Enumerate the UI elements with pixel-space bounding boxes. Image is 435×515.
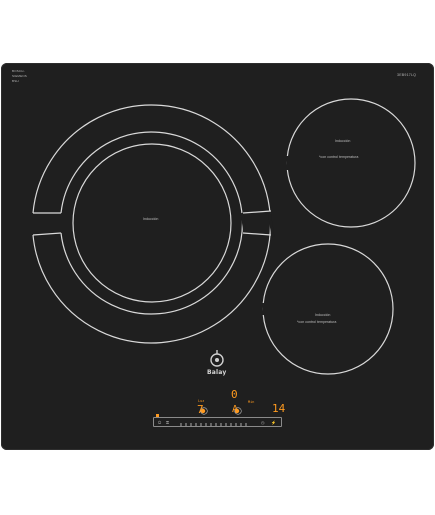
boost-icon[interactable]: ⚡ [271, 420, 276, 425]
bottom-right-zone-label-1: Inducción [315, 313, 331, 317]
brand-line-2: SIEMENS [12, 74, 27, 78]
large-zone-middle-ring [60, 131, 244, 315]
bottom-right-zone-ring [262, 243, 394, 375]
cooktop-markings [32, 98, 416, 426]
display-right-value: 14 [272, 402, 286, 415]
large-zone-inner-ring [72, 143, 232, 303]
bottom-right-zone-label-2: *con control temperatura [297, 320, 337, 324]
balay-logo-icon [210, 350, 224, 367]
display-left-value: 7 [197, 403, 204, 416]
brand-line-1: BOSCH- [12, 69, 25, 73]
brand-line-3: BSH [12, 79, 19, 83]
display-small-label-right: Min [248, 400, 255, 404]
display-small-label-left: Luz [198, 399, 205, 403]
timer-icon[interactable]: ◷ [261, 420, 265, 425]
power-icon[interactable]: ⏻ [158, 420, 161, 425]
display-top-center: 0 [231, 388, 238, 401]
display-mid-center: A [232, 404, 239, 415]
large-zone-outer-ring [32, 104, 272, 344]
touch-control-bar[interactable]: ⏻ ⚿ ◷ ⚡ [153, 417, 282, 427]
top-right-zone-label-2: *con control temperatura [319, 155, 359, 159]
brand-logo-text: Balay [207, 369, 227, 376]
cooktop-surface: BOSCH- SIEMENS BSH 3EB917LQ Inducción In… [1, 63, 434, 450]
top-right-zone-ring [286, 98, 416, 228]
large-zone-label: Inducción [143, 217, 159, 221]
lock-icon[interactable]: ⚿ [166, 420, 169, 425]
top-right-zone-label-1: Inducción [335, 139, 351, 143]
model-number: 3EB917LQ [397, 73, 417, 77]
